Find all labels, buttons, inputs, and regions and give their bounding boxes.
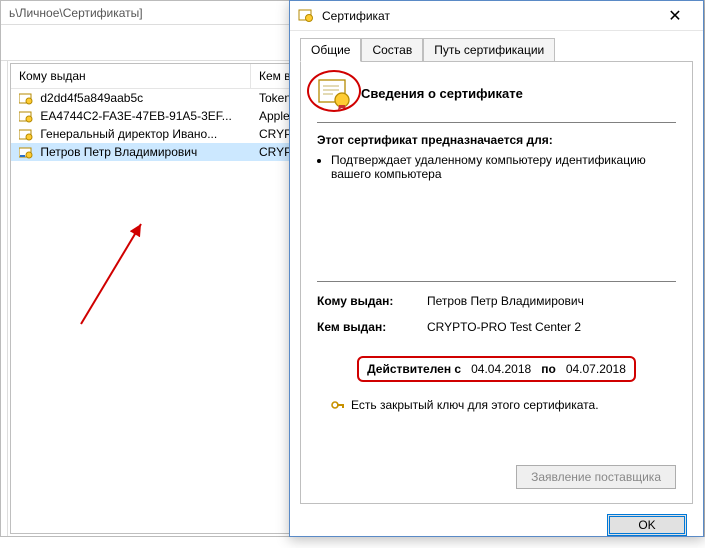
validity-row: Действителен с 04.04.2018 по 04.07.2018 <box>357 356 636 382</box>
close-icon: ✕ <box>668 6 681 26</box>
cert-info-headline: Сведения о сертификате <box>361 86 523 101</box>
tabstrip: Общие Состав Путь сертификации <box>290 31 703 61</box>
certificate-with-key-icon <box>19 147 33 159</box>
ok-button[interactable]: OK <box>607 514 687 536</box>
col-issued-to[interactable]: Кому выдан <box>11 64 251 88</box>
cert-info-block: Кому выдан: Петров Петр Владимирович Кем… <box>317 281 676 412</box>
supplier-statement-button: Заявление поставщика <box>516 465 676 489</box>
certificate-icon <box>298 8 314 24</box>
valid-mid: по <box>541 362 556 376</box>
certificate-large-icon <box>317 76 351 110</box>
divider <box>317 122 676 123</box>
valid-prefix: Действителен с <box>367 362 461 376</box>
close-button[interactable]: ✕ <box>655 2 695 30</box>
purpose-item: Подтверждает удаленному компьютеру идент… <box>331 153 676 181</box>
key-icon <box>331 398 345 412</box>
cert-info-header: Сведения о сертификате <box>317 76 676 110</box>
certificate-icon <box>19 111 33 123</box>
tab-general-label: Общие <box>311 43 350 57</box>
cell-issued-to: Генеральный директор Ивано... <box>40 127 217 141</box>
tab-general-page: Сведения о сертификате Этот сертификат п… <box>300 61 693 504</box>
issued-by-row: Кем выдан: CRYPTO-PRO Test Center 2 <box>317 320 676 334</box>
private-key-note: Есть закрытый ключ для этого сертификата… <box>331 398 662 412</box>
cell-issued-to: Петров Петр Владимирович <box>40 145 197 159</box>
valid-to: 04.07.2018 <box>566 362 626 376</box>
valid-from: 04.04.2018 <box>471 362 531 376</box>
cell-issued-to: EA4744C2-FA3E-47EB-91A5-3EF... <box>40 109 231 123</box>
certificate-dialog: Сертификат ✕ Общие Состав Путь сертифика… <box>289 0 704 537</box>
certificate-icon <box>19 129 33 141</box>
purpose-title: Этот сертификат предназначается для: <box>317 133 676 147</box>
cert-manager-path: ь\Личное\Сертификаты] <box>9 6 143 20</box>
issued-to-row: Кому выдан: Петров Петр Владимирович <box>317 294 676 308</box>
tab-certpath[interactable]: Путь сертификации <box>423 38 555 62</box>
purpose-list: Подтверждает удаленному компьютеру идент… <box>331 153 676 181</box>
tab-certpath-label: Путь сертификации <box>434 43 544 57</box>
annotation-arrow <box>71 214 181 334</box>
dialog-title: Сертификат <box>322 9 655 23</box>
tab-details[interactable]: Состав <box>361 38 423 62</box>
tab-details-label: Состав <box>372 43 412 57</box>
supplier-statement-label: Заявление поставщика <box>531 470 661 484</box>
cell-issued-to: d2dd4f5a849aab5c <box>40 91 143 105</box>
certificate-icon <box>19 93 33 105</box>
issued-to-label: Кому выдан: <box>317 294 427 308</box>
dialog-footer: OK <box>290 514 703 548</box>
tab-general[interactable]: Общие <box>300 38 361 62</box>
issued-by-label: Кем выдан: <box>317 320 427 334</box>
issued-to-value: Петров Петр Владимирович <box>427 294 676 308</box>
dialog-titlebar[interactable]: Сертификат ✕ <box>290 1 703 31</box>
cert-manager-tree-spacer <box>1 61 8 536</box>
private-key-text: Есть закрытый ключ для этого сертификата… <box>351 398 599 412</box>
issued-by-value: CRYPTO-PRO Test Center 2 <box>427 320 676 334</box>
ok-label: OK <box>638 518 655 532</box>
